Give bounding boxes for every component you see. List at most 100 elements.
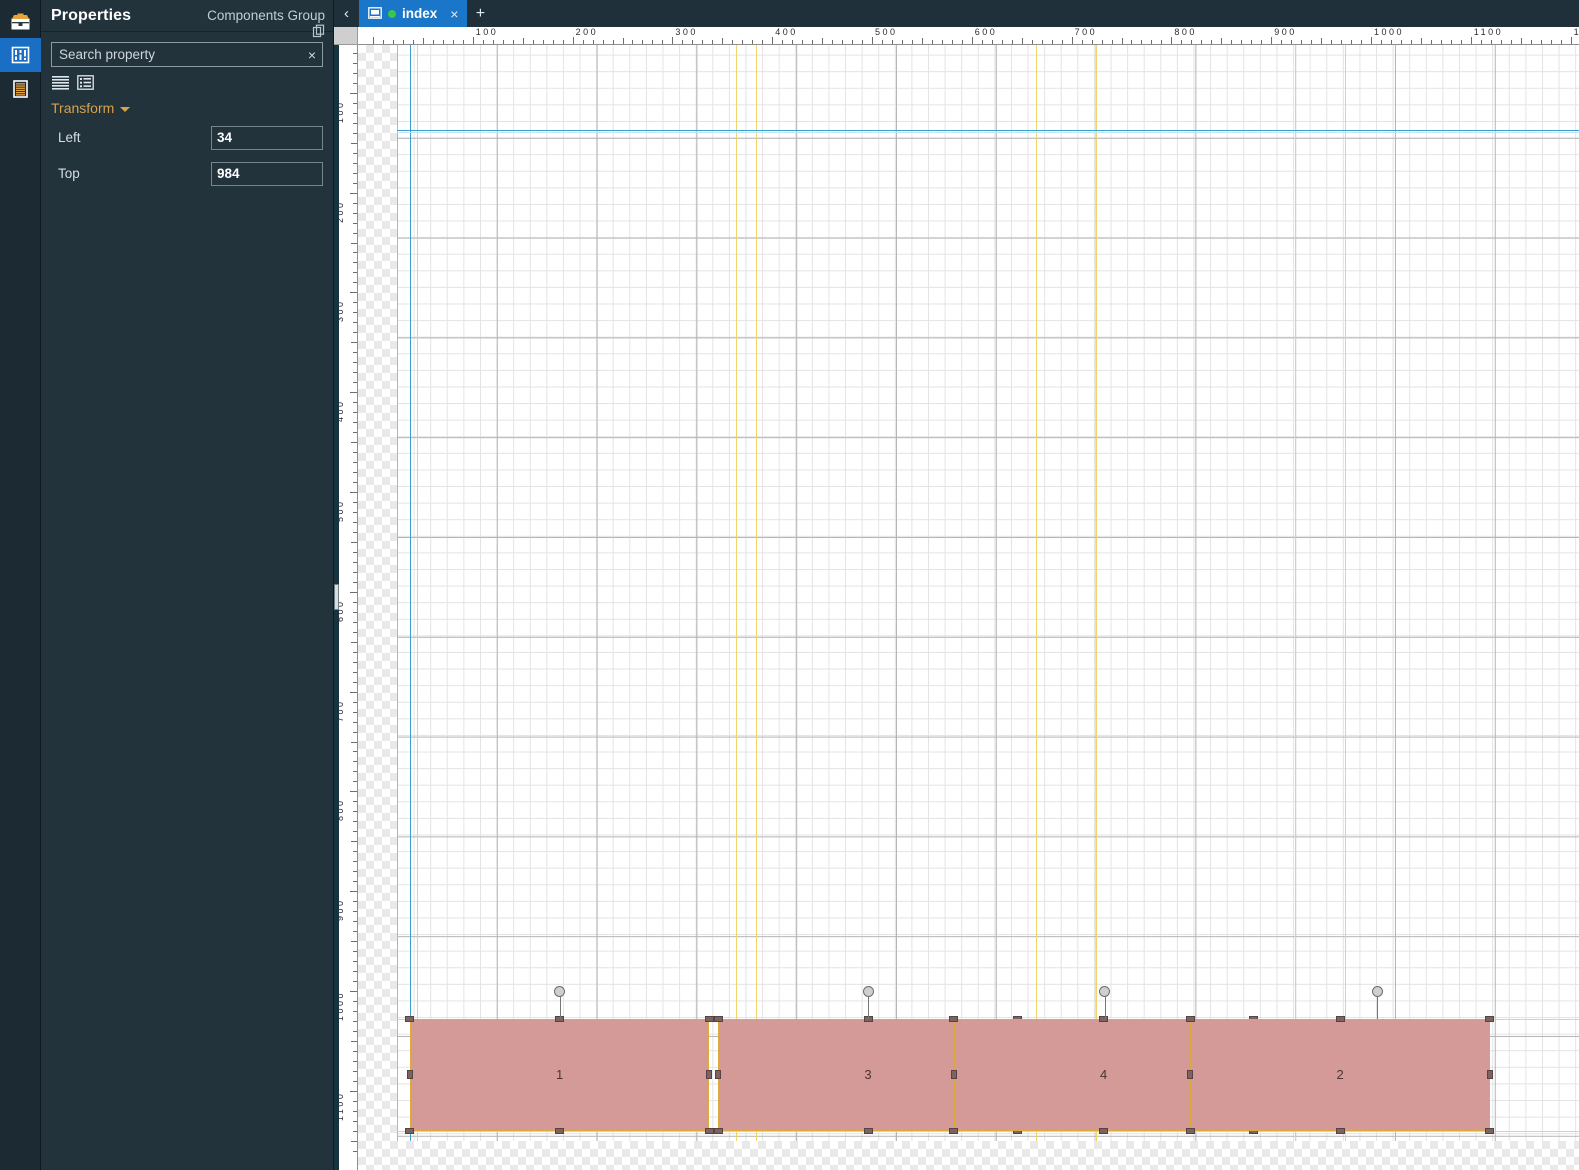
- ruler-tick: [353, 871, 357, 873]
- ruler-tick: [353, 62, 357, 64]
- ruler-tick: [353, 422, 357, 424]
- resize-handle[interactable]: [715, 1070, 722, 1080]
- guide-horizontal[interactable]: [397, 1130, 1579, 1132]
- ruler-tick: [353, 681, 357, 683]
- ruler-tick: [353, 951, 357, 953]
- grouped-list-view-icon[interactable]: [77, 75, 94, 90]
- ruler-tick: [353, 561, 357, 563]
- ruler-tick: [353, 302, 357, 304]
- ruler-label: 1000: [1374, 27, 1405, 37]
- anchor-point[interactable]: [554, 985, 566, 997]
- ruler-tick: [572, 37, 574, 44]
- resize-handle[interactable]: [949, 1127, 959, 1134]
- guide-vertical[interactable]: [1035, 45, 1037, 1141]
- scene-canvas[interactable]: 1 3 4 2: [397, 45, 1579, 1141]
- resize-handle[interactable]: [706, 1070, 713, 1080]
- copy-icon[interactable]: [312, 24, 326, 38]
- ruler-tick: [1311, 40, 1313, 44]
- tab-scroll-back-button[interactable]: ‹: [334, 0, 359, 27]
- ruler-tick: [1151, 40, 1153, 44]
- ruler-tick: [353, 531, 357, 533]
- horizontal-ruler[interactable]: 100 200 300 400 500 600 700 800 900 1000 1100 1200: [358, 27, 1579, 45]
- guide-vertical[interactable]: [756, 45, 758, 1141]
- resize-handle[interactable]: [713, 1127, 723, 1134]
- resize-handle[interactable]: [1485, 1127, 1495, 1134]
- rail-item-properties-panel[interactable]: [0, 38, 41, 72]
- ruler-tick: [542, 40, 544, 44]
- resize-handle[interactable]: [713, 1016, 723, 1023]
- tab-close-icon[interactable]: ×: [450, 6, 458, 22]
- resize-handle[interactable]: [405, 1016, 415, 1023]
- properties-panel-icon: [11, 46, 29, 64]
- ruler-tick: [353, 362, 357, 364]
- resize-handle[interactable]: [1486, 1070, 1493, 1080]
- flat-list-view-icon[interactable]: [52, 75, 69, 90]
- resize-handle[interactable]: [1185, 1127, 1195, 1134]
- add-tab-button[interactable]: +: [467, 0, 493, 27]
- guide-vertical[interactable]: [1345, 45, 1347, 1141]
- resize-handle[interactable]: [1335, 1127, 1345, 1134]
- ruler-tick: [1231, 40, 1233, 44]
- ruler-tick: [921, 38, 923, 44]
- ruler-tick: [353, 1150, 357, 1152]
- anchor-point[interactable]: [862, 985, 874, 997]
- ruler-tick: [353, 482, 357, 484]
- scene-object[interactable]: 1: [409, 1019, 710, 1131]
- guide-vertical[interactable]: [1295, 45, 1297, 1141]
- clear-search-icon[interactable]: ×: [304, 48, 316, 62]
- guide-vertical[interactable]: [409, 45, 411, 1141]
- scene-object-label: 4: [1099, 1067, 1108, 1083]
- resize-handle[interactable]: [1187, 1070, 1194, 1080]
- ruler-tick: [353, 272, 357, 274]
- canvas-viewport[interactable]: 1 3 4 2: [358, 45, 1579, 1170]
- ruler-tick: [1480, 40, 1482, 44]
- ruler-tick: [351, 1040, 357, 1042]
- guide-horizontal[interactable]: [397, 129, 1579, 131]
- ruler-tick: [353, 212, 357, 214]
- ruler-tick: [351, 941, 357, 943]
- ruler-tick: [682, 40, 684, 44]
- resize-handle[interactable]: [704, 1016, 714, 1023]
- guide-horizontal[interactable]: [397, 131, 1579, 133]
- resize-handle[interactable]: [1099, 1016, 1109, 1023]
- ruler-tick: [353, 182, 357, 184]
- anchor-point[interactable]: [1371, 985, 1383, 997]
- resize-handle[interactable]: [950, 1070, 957, 1080]
- scene-document-icon: [368, 7, 382, 20]
- resize-handle[interactable]: [863, 1127, 873, 1134]
- guide-vertical[interactable]: [416, 45, 418, 1141]
- resize-handle[interactable]: [949, 1016, 959, 1023]
- guide-vertical[interactable]: [1095, 45, 1097, 1141]
- search-property-row[interactable]: ×: [51, 42, 323, 67]
- property-input-left[interactable]: [211, 125, 323, 150]
- ruler-tick: [353, 352, 357, 354]
- guide-vertical[interactable]: [736, 45, 738, 1141]
- ruler-tick: [842, 40, 844, 44]
- ruler-tick: [1430, 40, 1432, 44]
- left-icon-rail: [0, 0, 41, 1170]
- vertical-scrollbar-thumb[interactable]: [334, 583, 339, 610]
- section-transform-label: Transform: [51, 100, 115, 116]
- rail-item-layers-list[interactable]: [0, 72, 41, 106]
- resize-handle[interactable]: [1099, 1127, 1109, 1134]
- resize-handle[interactable]: [704, 1127, 714, 1134]
- resize-handle[interactable]: [555, 1127, 565, 1134]
- resize-handle[interactable]: [1335, 1016, 1345, 1023]
- resize-handle[interactable]: [1485, 1016, 1495, 1023]
- rail-item-objects-toolbox[interactable]: [0, 4, 41, 38]
- ruler-tick: [1281, 40, 1283, 44]
- ruler-tick: [1510, 40, 1512, 44]
- ruler-tick: [872, 37, 873, 44]
- resize-handle[interactable]: [406, 1070, 413, 1080]
- search-input[interactable]: [59, 47, 304, 62]
- tab-index[interactable]: index ×: [359, 0, 468, 27]
- property-input-top[interactable]: [211, 161, 323, 186]
- resize-handle[interactable]: [1185, 1016, 1195, 1023]
- vertical-scrollbar-track[interactable]: [334, 45, 339, 1170]
- section-transform-header[interactable]: Transform: [51, 100, 131, 116]
- ruler-tick: [1570, 37, 1572, 44]
- anchor-point[interactable]: [1099, 985, 1111, 997]
- resize-handle[interactable]: [405, 1127, 415, 1134]
- ruler-tick: [351, 1140, 357, 1142]
- scene-object[interactable]: 2: [1190, 1019, 1490, 1131]
